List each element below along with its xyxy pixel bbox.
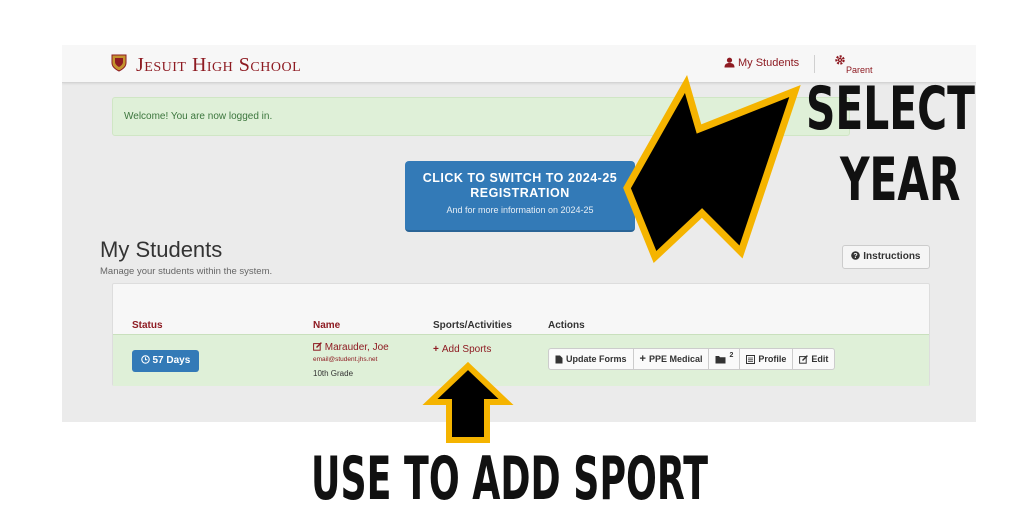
switch-button-line1: CLICK TO SWITCH TO 2024-25 bbox=[422, 171, 618, 185]
page-subtitle: Manage your students within the system. bbox=[100, 266, 273, 277]
edit-button[interactable]: Edit bbox=[792, 348, 836, 370]
instructions-label: Instructions bbox=[863, 251, 921, 262]
switch-year-button[interactable]: CLICK TO SWITCH TO 2024-25 REGISTRATION … bbox=[405, 161, 635, 232]
students-table: Status Name Sports/Activities Actions 57… bbox=[112, 283, 930, 386]
update-forms-label: Update Forms bbox=[566, 354, 627, 364]
crest-icon bbox=[111, 54, 127, 72]
days-status-button[interactable]: 57 Days bbox=[132, 350, 199, 372]
plus-icon: + bbox=[639, 353, 646, 365]
student-name: Marauder, Joe bbox=[324, 342, 389, 353]
annotation-add-sport: USE TO ADD SPORT bbox=[311, 444, 709, 514]
documents-button[interactable]: 2 bbox=[708, 348, 741, 370]
edit-icon bbox=[799, 354, 809, 364]
row-actions: Update Forms + PPE Medical 2 Profile Edi… bbox=[548, 348, 836, 370]
plus-icon: + bbox=[433, 344, 439, 355]
alert-message: Welcome! You are now logged in. bbox=[124, 111, 273, 122]
list-icon bbox=[746, 354, 756, 364]
table-row: 57 Days Marauder, Joe email@student.jhs.… bbox=[113, 334, 929, 386]
my-students-label: My Students bbox=[738, 57, 800, 69]
documents-count: 2 bbox=[729, 352, 734, 359]
switch-button-line2: REGISTRATION bbox=[470, 186, 570, 200]
student-grade: 10th Grade bbox=[313, 369, 354, 378]
student-email: email@student.jhs.net bbox=[313, 356, 378, 363]
header-actions: Actions bbox=[548, 320, 585, 331]
profile-label: Profile bbox=[758, 354, 787, 364]
update-forms-button[interactable]: Update Forms bbox=[548, 348, 634, 370]
days-label: 57 Days bbox=[152, 355, 191, 366]
parent-menu[interactable]: Parent bbox=[834, 54, 873, 75]
my-students-link[interactable]: My Students bbox=[724, 57, 799, 69]
edit-label: Edit bbox=[811, 354, 829, 364]
student-name-link[interactable]: Marauder, Joe bbox=[313, 342, 389, 353]
brand-name[interactable]: Jesuit High School bbox=[136, 54, 301, 77]
gear-icon bbox=[835, 55, 845, 65]
switch-button-line3: And for more information on 2024-25 bbox=[446, 205, 594, 215]
file-icon bbox=[555, 355, 563, 363]
clock-icon bbox=[140, 355, 150, 364]
edit-icon bbox=[313, 342, 322, 351]
header-sports: Sports/Activities bbox=[433, 320, 512, 331]
annotation-year: YEAR bbox=[840, 145, 961, 215]
folder-icon bbox=[715, 355, 726, 363]
header-status: Status bbox=[132, 320, 163, 331]
header-name: Name bbox=[313, 320, 341, 331]
success-alert: Welcome! You are now logged in. bbox=[112, 97, 850, 136]
instructions-button[interactable]: ? Instructions bbox=[842, 245, 930, 269]
nav-divider bbox=[814, 55, 815, 73]
ppe-medical-button[interactable]: + PPE Medical bbox=[632, 348, 710, 370]
svg-text:?: ? bbox=[854, 253, 858, 260]
annotation-select: SELECT bbox=[806, 74, 975, 144]
user-icon bbox=[724, 57, 735, 68]
help-icon: ? bbox=[851, 251, 861, 260]
page-title: My Students bbox=[100, 237, 223, 262]
ppe-medical-label: PPE Medical bbox=[648, 354, 703, 364]
add-sports-label: Add Sports bbox=[441, 344, 492, 355]
profile-button[interactable]: Profile bbox=[739, 348, 794, 370]
add-sports-link[interactable]: + Add Sports bbox=[433, 344, 491, 355]
